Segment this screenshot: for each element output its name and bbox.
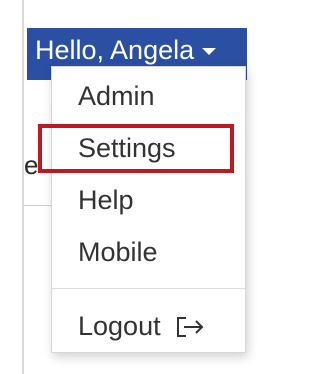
logout-icon [176, 316, 204, 337]
menu-divider [52, 288, 245, 289]
menu-item-admin[interactable]: Admin [78, 81, 155, 112]
background-text: e [24, 150, 39, 180]
menu-item-mobile[interactable]: Mobile [78, 237, 158, 268]
left-border [22, 0, 24, 374]
user-dropdown-menu: Admin Settings Help Mobile Logout [51, 66, 246, 353]
chevron-down-icon [202, 48, 217, 56]
menu-item-logout[interactable]: Logout [78, 311, 205, 342]
logout-label: Logout [78, 311, 161, 341]
settings-highlight-box [38, 124, 234, 173]
menu-item-help[interactable]: Help [78, 185, 134, 216]
greeting-label: Hello, Angela [35, 35, 195, 65]
